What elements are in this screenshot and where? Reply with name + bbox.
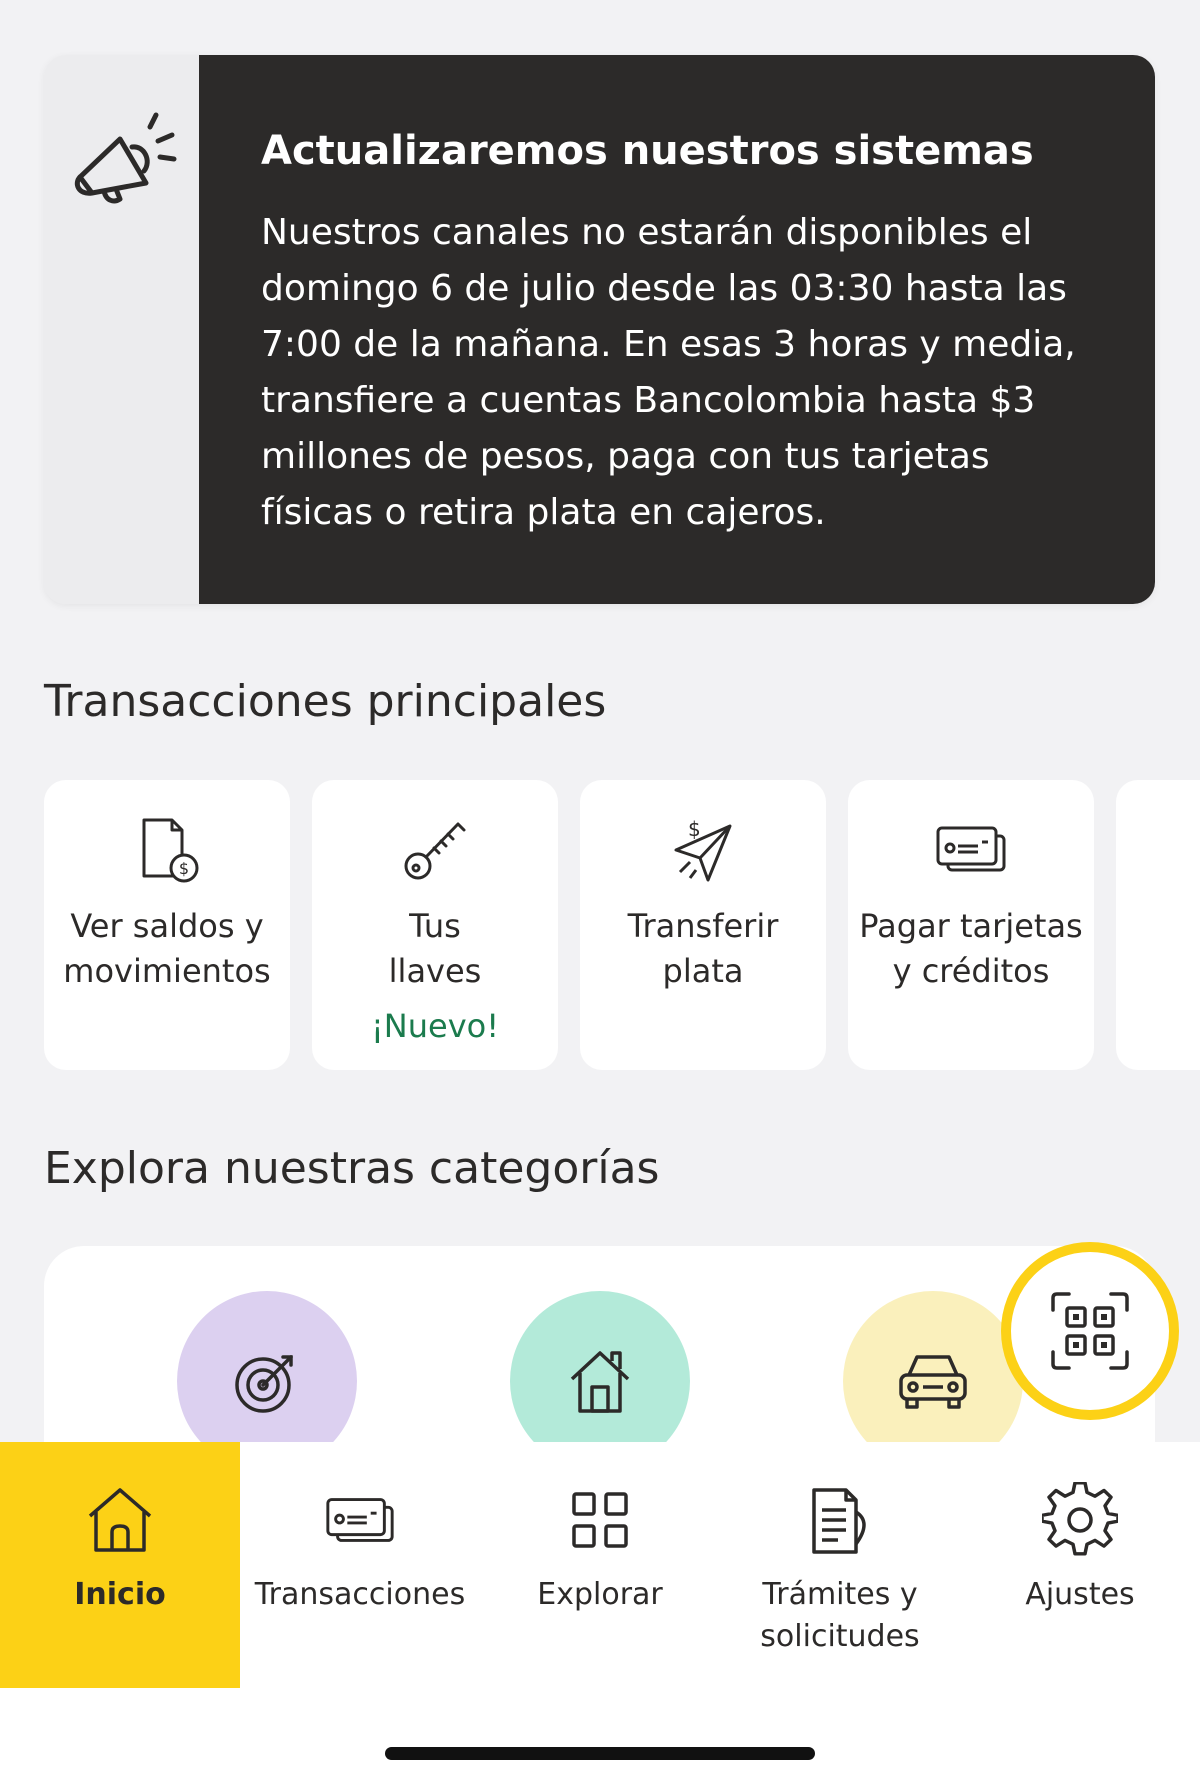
svg-text:$: $ bbox=[688, 817, 701, 841]
banner-line: transfiere a cuentas Bancolombia hasta $… bbox=[261, 380, 1036, 421]
nav-label: Ajustes bbox=[1025, 1577, 1135, 1612]
card-your-keys[interactable]: Tus llaves ¡Nuevo! bbox=[312, 780, 558, 1070]
car-icon bbox=[899, 1355, 967, 1409]
bottom-navigation: Inicio Transacciones Explorar Trámites y… bbox=[0, 1442, 1200, 1688]
banner-line: domingo 6 de julio desde las 03:30 hasta… bbox=[261, 268, 1067, 309]
nav-item-settings[interactable]: Ajustes bbox=[960, 1442, 1200, 1688]
new-badge: ¡Nuevo! bbox=[370, 1007, 500, 1045]
nav-label: Trámites y solicitudes bbox=[720, 1574, 960, 1658]
nav-item-explore[interactable]: Explorar bbox=[480, 1442, 720, 1688]
house-icon bbox=[570, 1351, 630, 1413]
svg-text:$: $ bbox=[179, 859, 189, 878]
card-label-line: Pagar tarjetas bbox=[859, 907, 1083, 945]
card-view-balances[interactable]: $ Ver saldos y movimientos bbox=[44, 780, 290, 1070]
card-label-line: plata bbox=[662, 952, 744, 990]
card-transfer-money[interactable]: $ Transferir plata bbox=[580, 780, 826, 1070]
grid-icon bbox=[572, 1492, 628, 1548]
card-label: Ver saldos y movimientos bbox=[44, 904, 290, 994]
banner-line: físicas o retira plata en cajeros. bbox=[261, 492, 826, 533]
nav-label-line: Trámites y bbox=[762, 1577, 918, 1612]
target-icon bbox=[235, 1355, 293, 1413]
home-indicator[interactable] bbox=[385, 1747, 815, 1760]
banner-line: millones de pesos, paga con tus tarjetas bbox=[261, 436, 990, 477]
card-label-line: I bbox=[1124, 904, 1200, 949]
nav-label-line: solicitudes bbox=[760, 1619, 920, 1654]
cards-icon bbox=[936, 826, 1006, 872]
banner-icon-panel bbox=[44, 55, 199, 604]
documents-icon bbox=[812, 1488, 866, 1554]
announcement-banner[interactable]: Actualizaremos nuestros sistemas Nuestro… bbox=[44, 55, 1155, 604]
key-icon bbox=[404, 822, 466, 880]
categories-section-title: Explora nuestras categorías bbox=[44, 1143, 660, 1194]
card-icon-placeholder bbox=[1116, 780, 1200, 888]
nav-item-procedures[interactable]: Trámites y solicitudes bbox=[720, 1442, 960, 1688]
qr-scan-icon bbox=[1051, 1292, 1129, 1370]
card-label-line: Tus bbox=[409, 907, 461, 945]
banner-title: Actualizaremos nuestros sistemas bbox=[261, 128, 1034, 174]
nav-item-home[interactable]: Inicio bbox=[0, 1442, 240, 1688]
home-icon bbox=[88, 1488, 152, 1552]
document-dollar-icon: $ bbox=[142, 818, 199, 883]
qr-scan-button[interactable] bbox=[1001, 1242, 1179, 1420]
card-label-line: Transferir bbox=[627, 907, 779, 945]
card-label: Tus llaves bbox=[312, 904, 558, 994]
banner-content: Actualizaremos nuestros sistemas Nuestro… bbox=[199, 55, 1155, 604]
banner-message: Nuestros canales no estarán disponibles … bbox=[261, 205, 1095, 541]
card-label: Transferir plata bbox=[580, 904, 826, 994]
card-partial-next[interactable]: I fa bbox=[1116, 780, 1200, 1070]
transactions-carousel[interactable]: $ Ver saldos y movimientos Tus llaves ¡N… bbox=[44, 780, 1200, 1070]
nav-label: Inicio bbox=[74, 1577, 166, 1612]
transactions-section-title: Transacciones principales bbox=[44, 676, 607, 727]
card-label-line: y créditos bbox=[892, 952, 1050, 990]
banner-line: Nuestros canales no estarán disponibles … bbox=[261, 212, 1033, 253]
safe-area bbox=[0, 1688, 1200, 1781]
card-label-line: llaves bbox=[388, 952, 482, 990]
nav-label: Transacciones bbox=[254, 1577, 466, 1612]
gear-icon bbox=[1042, 1482, 1118, 1556]
card-label-line: Ver saldos y bbox=[70, 907, 264, 945]
megaphone-icon bbox=[74, 112, 177, 204]
card-pay-cards-credits[interactable]: Pagar tarjetas y créditos bbox=[848, 780, 1094, 1070]
card-label: Pagar tarjetas y créditos bbox=[848, 904, 1094, 994]
cards-icon bbox=[326, 1498, 394, 1542]
nav-item-transactions[interactable]: Transacciones bbox=[240, 1442, 480, 1688]
card-label: I fa bbox=[1116, 904, 1200, 994]
nav-label: Explorar bbox=[537, 1577, 663, 1612]
banner-line: 7:00 de la mañana. En esas 3 horas y med… bbox=[261, 324, 1076, 365]
card-label-line: movimientos bbox=[63, 952, 271, 990]
card-label-line: fa bbox=[1124, 949, 1200, 994]
paper-plane-dollar-icon: $ bbox=[674, 817, 732, 882]
